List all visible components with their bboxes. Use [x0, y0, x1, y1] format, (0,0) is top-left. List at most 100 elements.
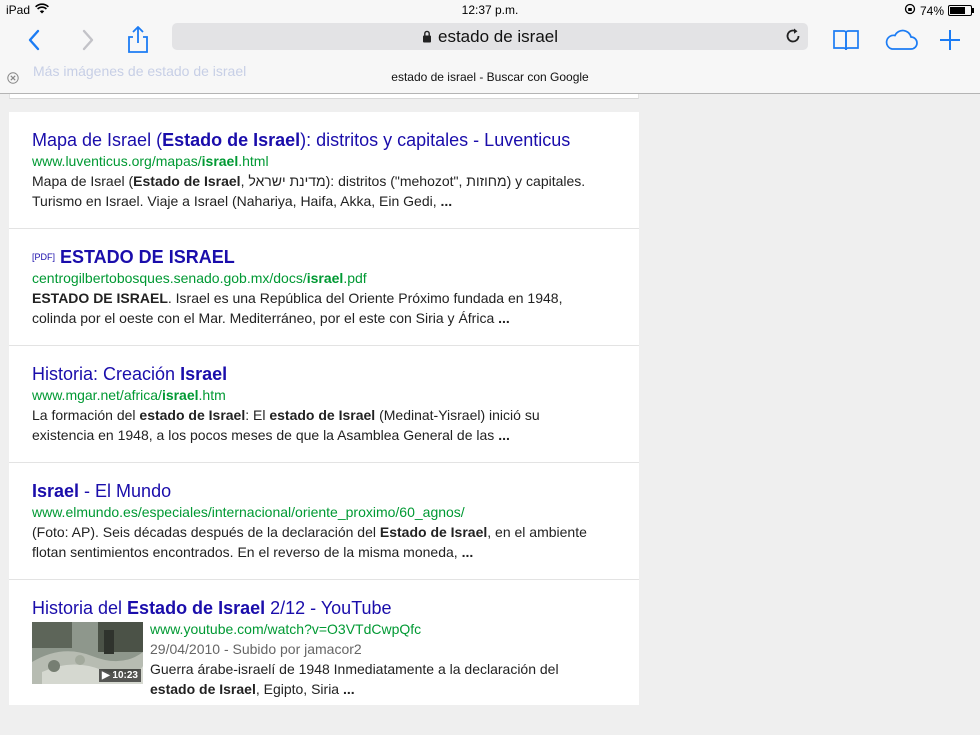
video-thumbnail[interactable]: ▶ 10:23	[32, 622, 143, 684]
snippet-line: Mapa de Israel (Estado de Israel, מדינת …	[32, 171, 616, 191]
share-button[interactable]	[126, 24, 150, 56]
video-meta: 29/04/2010 - Subido por jamacor2	[150, 641, 362, 657]
title-bold-text: Israel	[32, 481, 80, 501]
url-text: .html	[238, 153, 269, 169]
new-tab-button[interactable]	[938, 24, 962, 56]
snippet-text: (Medinat-Yisrael) inició su	[375, 407, 540, 423]
video-result: Historia del Estado de Israel 2/12 - You…	[9, 580, 639, 705]
address-bar[interactable]: estado de israel	[172, 23, 808, 50]
result-snippet: La formación del estado de Israel: El es…	[32, 405, 616, 445]
plus-icon	[940, 30, 960, 50]
snippet-text: (Foto: AP). Seis décadas después de la d…	[32, 524, 380, 540]
snippet-text: , Egipto, Siria	[255, 681, 343, 697]
result-snippet: (Foto: AP). Seis décadas después de la d…	[32, 522, 616, 562]
snippet-bold-text: Estado de Israel	[133, 173, 241, 189]
title-text: Historia del	[32, 598, 128, 618]
title-text: Mapa de Israel (	[32, 130, 163, 150]
reload-icon[interactable]	[784, 27, 802, 50]
browser-toolbar: estado de israel	[0, 20, 980, 60]
snippet-line: (Foto: AP). Seis décadas después de la d…	[32, 522, 616, 542]
title-bold-text: Estado de Israel	[127, 598, 266, 618]
chevron-right-icon	[82, 29, 94, 51]
snippet-bold-text: estado de Israel	[150, 681, 256, 697]
tab-title[interactable]: estado de israel - Buscar con Google	[0, 70, 980, 84]
title-text: Historia: Creación	[32, 364, 181, 384]
result-url[interactable]: www.mgar.net/africa/israel.htm	[32, 385, 616, 405]
snippet-line: colinda por el oeste con el Mar. Mediter…	[32, 308, 616, 328]
result-snippet: ESTADO DE ISRAEL. Israel es una Repúblic…	[32, 288, 616, 328]
snippet-text: , מדינת ישראל): distritos ("mehozot", מח…	[240, 173, 586, 189]
snippet-text: Mapa de Israel (	[32, 173, 134, 189]
battery-icon	[948, 5, 974, 16]
result-title-link[interactable]: Israel - El Mundo	[32, 480, 616, 502]
url-text: .htm	[198, 387, 226, 403]
result-title-link[interactable]: Historia del Estado de Israel 2/12 - You…	[32, 597, 616, 619]
battery-percent: 74%	[919, 3, 944, 18]
search-result: [PDF] ESTADO DE ISRAEL centrogilbertobosq…	[9, 229, 639, 346]
address-query: estado de israel	[437, 27, 559, 46]
url-text: www.mgar.net/africa/	[32, 387, 162, 403]
title-bold-text: Estado de Israel	[162, 130, 301, 150]
result-snippet: Mapa de Israel (Estado de Israel, מדינת …	[32, 171, 616, 211]
snippet-text: existencia en 1948, a los pocos meses de…	[32, 427, 499, 443]
url-text: .pdf	[343, 270, 367, 286]
search-result: Israel - El Mundo www.elmundo.es/especia…	[9, 463, 639, 580]
address-text: estado de israel	[172, 27, 808, 48]
snippet-ellipsis: ...	[461, 544, 474, 560]
result-title-link[interactable]: [PDF] ESTADO DE ISRAEL	[32, 246, 616, 268]
result-snippet: Guerra árabe-israelí de 1948 Inmediatame…	[150, 659, 616, 699]
clock: 12:37 p.m.	[461, 3, 519, 17]
url-text: www.luventicus.org/mapas/	[32, 153, 202, 169]
result-url[interactable]: www.youtube.com/watch?v=O3VTdCwpQfc	[150, 619, 616, 639]
results-list: Mapa de Israel (Estado de Israel): distr…	[9, 112, 639, 705]
lock-icon	[422, 28, 432, 48]
battery-fill	[950, 7, 965, 14]
snippet-ellipsis: ...	[342, 681, 355, 697]
snippet-line: Turismo en Israel. Viaje a Israel (Nahar…	[32, 191, 616, 211]
icloud-tabs-button[interactable]	[883, 24, 919, 56]
result-url[interactable]: www.luventicus.org/mapas/israel.html	[32, 151, 616, 171]
snippet-line: La formación del estado de Israel: El es…	[32, 405, 616, 425]
result-title-link[interactable]: Mapa de Israel (Estado de Israel): distr…	[32, 129, 616, 151]
title-text: - El Mundo	[79, 481, 172, 501]
video-text: www.youtube.com/watch?v=O3VTdCwpQfc 29/0…	[150, 619, 616, 699]
tab-strip: Más imágenes de estado de israel estado …	[0, 60, 980, 94]
snippet-bold-text: estado de Israel	[269, 407, 376, 423]
result-url[interactable]: www.elmundo.es/especiales/internacional/…	[32, 502, 616, 522]
result-title-link[interactable]: Historia: Creación Israel	[32, 363, 616, 385]
back-button[interactable]	[22, 24, 46, 56]
snippet-bold-text: ESTADO DE ISRAEL	[32, 290, 168, 306]
title-text: ): distritos y capitales - Luventicus	[300, 130, 571, 150]
snippet-bold-text: Estado de Israel	[379, 524, 488, 540]
search-result: Mapa de Israel (Estado de Israel): distr…	[9, 112, 639, 229]
cloud-icon	[885, 29, 918, 50]
snippet-ellipsis: ...	[498, 427, 510, 443]
url-text: centrogilbertobosques.senado.gob.mx/docs…	[32, 270, 307, 286]
title-bold-text: Israel	[180, 364, 228, 384]
search-result: Historia: Creación Israel www.mgar.net/a…	[9, 346, 639, 463]
url-bold-text: israel	[161, 387, 199, 403]
bookmarks-button[interactable]	[832, 24, 860, 56]
snippet-line: estado de Israel, Egipto, Siria ...	[150, 679, 616, 699]
forward-button[interactable]	[76, 24, 100, 56]
snippet-text: colinda por el oeste con el Mar. Mediter…	[32, 310, 499, 326]
url-bold-text: israel	[201, 153, 239, 169]
pdf-badge: [PDF]	[32, 252, 56, 262]
snippet-text: : El	[245, 407, 270, 423]
orientation-lock-icon	[904, 3, 916, 18]
url-bold-text: israel	[306, 270, 344, 286]
snippet-ellipsis: ...	[440, 193, 453, 209]
result-url[interactable]: centrogilbertobosques.senado.gob.mx/docs…	[32, 268, 616, 288]
snippet-line: existencia en 1948, a los pocos meses de…	[32, 425, 616, 445]
chevron-left-icon	[28, 29, 40, 51]
status-right: 74%	[904, 3, 974, 18]
snippet-text: La formación del	[32, 407, 140, 423]
video-row: ▶ 10:23 www.youtube.com/watch?v=O3VTdCwp…	[32, 619, 616, 699]
status-bar: iPad 12:37 p.m. 74%	[0, 0, 980, 20]
title-bold-text: ESTADO DE ISRAEL	[60, 247, 235, 267]
snippet-text: , en el ambiente	[487, 524, 587, 540]
snippet-bold-text: estado de Israel	[139, 407, 246, 423]
snippet-text: . Israel es una República del Oriente Pr…	[167, 290, 563, 306]
book-icon	[833, 30, 859, 51]
video-duration: ▶ 10:23	[98, 669, 141, 682]
